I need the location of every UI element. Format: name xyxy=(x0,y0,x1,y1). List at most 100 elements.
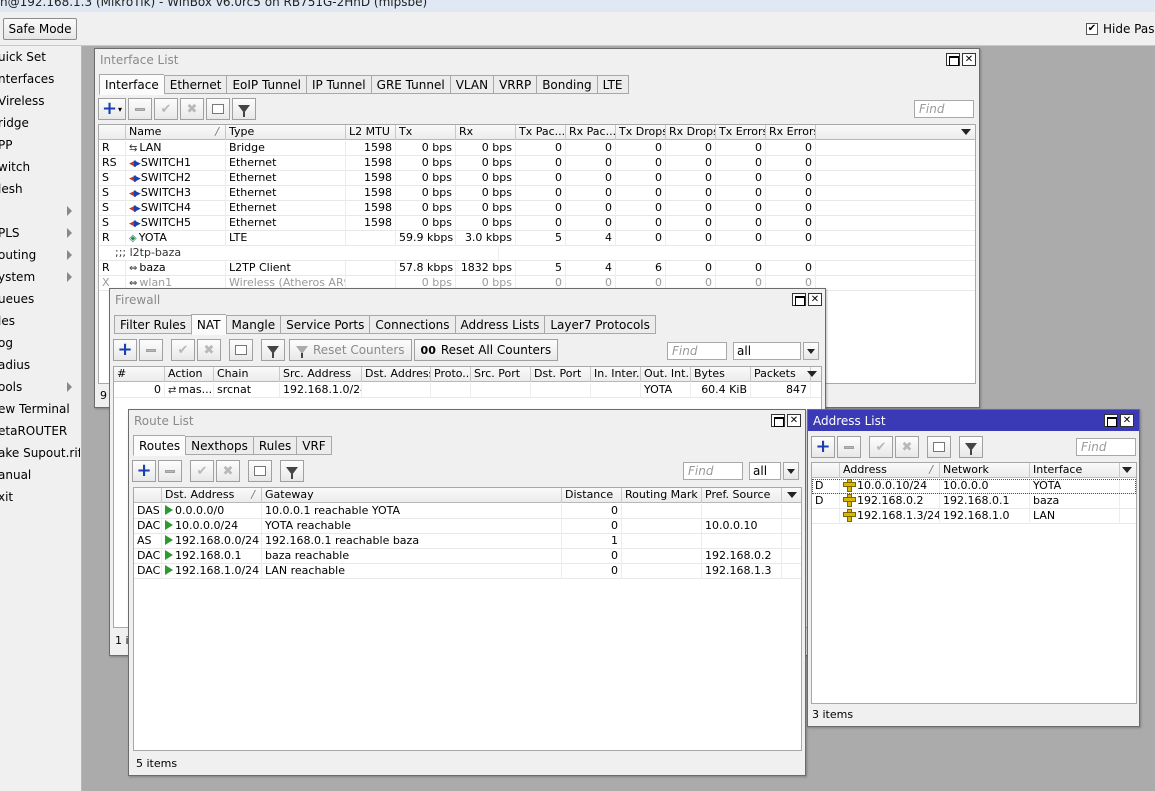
maximize-button[interactable] xyxy=(946,53,960,66)
close-button[interactable]: ✕ xyxy=(808,293,822,306)
route-filter-select[interactable]: all xyxy=(749,462,781,480)
interface-tab[interactable]: VLAN xyxy=(449,75,494,94)
address-find-input[interactable]: Find xyxy=(1076,438,1136,456)
table-row[interactable]: DAC 192.168.0.1 baza reachable 0 192.168.0.2 xyxy=(134,549,801,564)
column-header[interactable]: Routing Mark xyxy=(622,488,702,503)
column-header[interactable]: Dst. Address xyxy=(362,367,431,382)
column-header[interactable]: # xyxy=(114,367,165,382)
route-tab[interactable]: VRF xyxy=(296,436,332,455)
table-row[interactable]: DAC 192.168.1.0/24 LAN reachable 0 192.168.1… xyxy=(134,564,801,579)
column-header[interactable] xyxy=(812,463,840,478)
table-row[interactable]: S ◀▶ SWITCH5 Ethernet 1598 0 bps 0 bps 0 0 0 0 0 0 xyxy=(99,216,975,231)
column-header[interactable]: Rx Drops xyxy=(666,125,716,140)
sidebar-item[interactable]: ystem xyxy=(0,266,80,288)
route-tab[interactable]: Routes xyxy=(133,435,186,456)
column-header[interactable]: Src. Port xyxy=(471,367,531,382)
route-list-titlebar[interactable]: Route List ✕ xyxy=(129,410,805,431)
sidebar-item[interactable]: les xyxy=(0,310,80,332)
sidebar-item[interactable]: ake Supout.rif xyxy=(0,442,80,464)
interface-tab[interactable]: Interface xyxy=(99,74,164,95)
safe-mode-button[interactable]: Safe Mode xyxy=(3,18,77,40)
column-header[interactable]: Tx Errors xyxy=(716,125,766,140)
add-button[interactable]: + xyxy=(113,339,137,361)
sidebar-item[interactable]: outing xyxy=(0,244,80,266)
interface-tab[interactable]: Bonding xyxy=(536,75,597,94)
column-header[interactable]: Network xyxy=(940,463,1030,478)
firewall-titlebar[interactable]: Firewall ✕ xyxy=(110,289,825,310)
sidebar-item[interactable]: Vireless xyxy=(0,90,80,112)
table-row[interactable]: 0 ⇄ mas... srcnat 192.168.1.0/24 YOTA 60.4 KiB… xyxy=(114,383,821,398)
column-header[interactable]: Tx xyxy=(396,125,456,140)
remove-button[interactable] xyxy=(158,460,182,482)
table-row[interactable]: AS 192.168.0.0/24 192.168.0.1 reachable ba… xyxy=(134,534,801,549)
sidebar-item[interactable]: adius xyxy=(0,354,80,376)
sidebar-item[interactable]: xit xyxy=(0,486,80,508)
filter-button[interactable] xyxy=(280,460,304,482)
column-header[interactable]: Rx xyxy=(456,125,516,140)
sidebar-item[interactable]: PP xyxy=(0,134,80,156)
interface-tab[interactable]: GRE Tunnel xyxy=(370,75,450,94)
maximize-button[interactable] xyxy=(771,414,785,427)
table-row[interactable]: R ◈ YOTA LTE 59.9 kbps 3.0 kbps 5 4 0 0 0 0 xyxy=(99,231,975,246)
sidebar-item[interactable]: ridge xyxy=(0,112,80,134)
route-find-input[interactable]: Find xyxy=(683,462,743,480)
column-header[interactable]: Dst. Port xyxy=(531,367,591,382)
sidebar-item[interactable]: PLS xyxy=(0,222,80,244)
table-row[interactable]: D 192.168.0.2 192.168.0.1 baza xyxy=(812,494,1136,509)
column-menu-icon[interactable] xyxy=(807,371,817,377)
add-button[interactable]: + xyxy=(811,436,835,458)
column-header[interactable]: Rx Pac... xyxy=(566,125,616,140)
sidebar-item[interactable]: etaROUTER xyxy=(0,420,80,442)
column-header[interactable]: Rx Errors xyxy=(766,125,816,140)
table-row[interactable]: D 10.0.0.10/24 10.0.0.0 YOTA xyxy=(812,479,1136,494)
add-button[interactable]: + xyxy=(132,460,156,482)
hide-passwords-toggle[interactable]: ✔ Hide Passw xyxy=(1086,22,1155,36)
column-header[interactable]: Proto... xyxy=(431,367,471,382)
firewall-find-input[interactable]: Find xyxy=(667,342,727,360)
disable-button[interactable]: ✖ xyxy=(180,98,204,120)
close-button[interactable]: ✕ xyxy=(962,53,976,66)
column-header[interactable]: Interface xyxy=(1030,463,1120,478)
sidebar-item[interactable] xyxy=(0,200,80,222)
enable-button[interactable]: ✔ xyxy=(190,460,214,482)
disable-button[interactable]: ✖ xyxy=(216,460,240,482)
close-button[interactable]: ✕ xyxy=(1120,414,1134,427)
sidebar-item[interactable]: witch xyxy=(0,156,80,178)
firewall-filter-dropdown[interactable] xyxy=(803,342,819,360)
column-header[interactable]: Address / xyxy=(840,463,940,478)
interface-tab[interactable]: EoIP Tunnel xyxy=(226,75,306,94)
interface-find-input[interactable]: Find xyxy=(914,100,974,118)
table-row[interactable]: RS ◀▶ SWITCH1 Ethernet 1598 0 bps 0 bps 0 0 0 0 0 0 xyxy=(99,156,975,171)
column-header[interactable]: Gateway xyxy=(262,488,562,503)
column-menu-icon[interactable] xyxy=(787,492,797,498)
column-header[interactable] xyxy=(99,125,126,140)
comment-button[interactable] xyxy=(248,460,272,482)
route-filter-dropdown[interactable] xyxy=(783,462,799,480)
column-header[interactable]: Dst. Address / xyxy=(162,488,262,503)
table-row[interactable]: S ◀▶ SWITCH4 Ethernet 1598 0 bps 0 bps 0 0 0 0 0 0 xyxy=(99,201,975,216)
close-button[interactable]: ✕ xyxy=(787,414,801,427)
table-row[interactable]: S ◀▶ SWITCH3 Ethernet 1598 0 bps 0 bps 0 0 0 0 0 0 xyxy=(99,186,975,201)
table-row[interactable]: R ⇆ LAN Bridge 1598 0 bps 0 bps 0 0 0 0 0 0 xyxy=(99,141,975,156)
enable-button[interactable]: ✔ xyxy=(171,339,195,361)
sidebar-item[interactable]: lesh xyxy=(0,178,80,200)
reset-counters-button[interactable]: Reset Counters xyxy=(289,339,412,361)
interface-list-titlebar[interactable]: Interface List ✕ xyxy=(95,49,979,70)
sidebar-item[interactable]: og xyxy=(0,332,80,354)
sidebar-item[interactable]: ools xyxy=(0,376,80,398)
sidebar-item[interactable]: uick Set xyxy=(0,46,80,68)
interface-tab[interactable]: Ethernet xyxy=(163,75,227,94)
column-header[interactable]: Chain xyxy=(214,367,280,382)
route-tab[interactable]: Nexthops xyxy=(185,436,253,455)
column-header[interactable]: Pref. Source xyxy=(702,488,782,503)
interface-tab[interactable]: LTE xyxy=(596,75,629,94)
interface-tab[interactable]: VRRP xyxy=(493,75,537,94)
column-header[interactable]: Name / xyxy=(126,125,226,140)
column-header[interactable]: Src. Address xyxy=(280,367,362,382)
column-header[interactable]: Packets xyxy=(751,367,811,382)
table-row[interactable]: S ◀▶ SWITCH2 Ethernet 1598 0 bps 0 bps 0 0 0 0 0 0 xyxy=(99,171,975,186)
column-header[interactable]: Tx Drops xyxy=(616,125,666,140)
remove-button[interactable] xyxy=(139,339,163,361)
sidebar-item[interactable]: ueues xyxy=(0,288,80,310)
firewall-tab[interactable]: Layer7 Protocols xyxy=(544,315,656,334)
